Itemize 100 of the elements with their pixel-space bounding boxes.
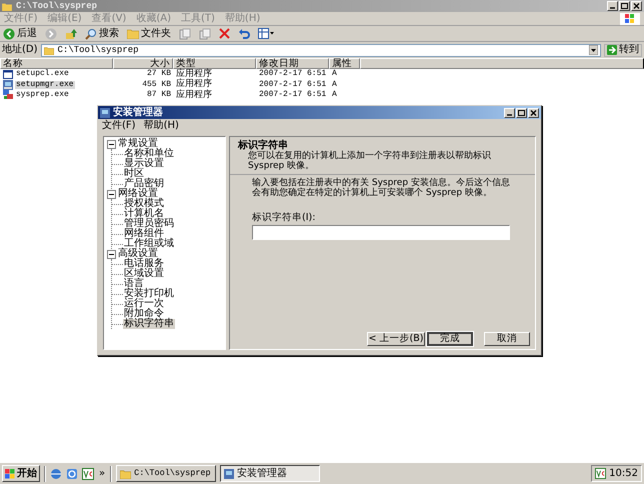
tree-item[interactable]: 名称和单位 [123,149,175,159]
menu-item[interactable]: 帮助(H) [144,120,179,130]
vc-icon[interactable] [82,468,94,480]
restore-button[interactable] [619,1,630,11]
identification-string-field[interactable] [252,224,510,240]
tree-item[interactable]: 区域设置 [123,269,165,279]
folder-icon [127,28,139,39]
page-heading: 标识字符串 [238,140,288,151]
undo-icon [238,28,250,40]
computers-icon [3,90,13,100]
table-cell-text: 应用程序 [175,70,213,79]
folder-icon [120,468,132,478]
finish-button[interactable]: 完成 [427,332,473,346]
description-text: 输入要包括在注册表中的有关 Sysprep 安装信息。今后这个信息会有助您确定在特定的计算机上可安装哪个 Sysprep 映像。 [252,178,510,198]
back-button[interactable]: 后退 [2,26,38,40]
collapse-icon[interactable] [107,190,116,198]
table-cell-text: 2007-2-17 6:51 [258,91,328,100]
column-header[interactable]: 大小 [113,58,173,69]
address-label: 地址(D) [2,45,38,55]
minimize-button[interactable] [607,1,618,11]
cancel-button[interactable]: 取消 [484,332,530,346]
tree-item[interactable]: 时区 [123,169,145,179]
table-cell-text: A [331,91,338,100]
tree-item[interactable]: 标识字符串 [123,319,175,329]
column-header[interactable]: 类型 [173,58,256,69]
collapse-icon[interactable] [107,140,116,148]
file-name[interactable]: sysprep.exe [15,91,70,100]
folder-icon [2,2,12,10]
circle-icon[interactable] [66,468,78,480]
tree-item[interactable]: 附加命令 [123,309,165,319]
table-cell-text: 455 KB [141,80,172,89]
dropdown-arrow-icon[interactable] [589,45,598,55]
up-folder-icon [65,28,77,40]
close-button[interactable] [631,1,642,11]
tree-item[interactable]: 常规设置 [118,139,158,149]
taskbar-button[interactable]: 安装管理器 [220,465,320,482]
collapse-icon[interactable] [107,250,116,258]
views-button[interactable] [257,26,275,40]
table-cell-text: 27 KB [146,70,172,78]
folder-icon [44,46,54,54]
close-button[interactable] [528,108,539,118]
column-header[interactable]: 属性 [329,58,360,69]
tree-item[interactable]: 高级设置 [118,249,158,259]
delete-button[interactable] [218,26,231,40]
table-cell-text: 应用程序 [175,80,213,90]
column-header[interactable]: 名称 [0,58,113,69]
tree-item[interactable]: 电话服务 [123,259,165,269]
window-title: C:\Tool\sysprep [16,2,98,10]
address-field[interactable]: C:\Tool\sysprep [40,44,601,56]
tree-item[interactable]: 网络设置 [118,189,158,199]
back-icon [3,28,15,40]
file-name[interactable]: setupmgr.exe [15,80,75,89]
maximize-button[interactable] [516,108,527,118]
up-button[interactable] [64,26,78,40]
column-header[interactable]: 修改日期 [256,58,329,69]
maximize-icon [518,110,525,116]
arrow-right-icon [607,45,617,55]
file-name[interactable]: setupcl.exe [15,70,70,78]
vc-icon[interactable] [595,468,606,479]
close-icon [633,3,640,9]
forward-icon [45,28,57,40]
table-cell-text: 2007-2-17 6:51 [258,80,328,89]
table-cell-text: 2007-2-17 6:51 [258,70,328,78]
close-icon [530,110,537,116]
delete-icon [219,28,230,39]
tree-item[interactable]: 运行一次 [123,299,165,309]
taskbar-button[interactable]: C:\Tool\sysprep [116,465,216,482]
page-subheading: 您可以在复用的计算机上添加一个字符串到注册表以帮助标识 Sysprep 映像。 [247,151,492,171]
minimize-button[interactable] [504,108,515,118]
start-button[interactable]: 开始 [2,465,40,482]
undo-button[interactable] [237,26,251,40]
computer-icon [224,468,234,478]
menu-item[interactable]: 文件(F) [102,120,136,130]
table-cell-text: 87 KB [146,91,172,100]
restore-icon [621,3,628,9]
tree-item[interactable]: 工作组或域 [123,239,175,249]
tree-item[interactable]: 管理员密码 [123,219,175,229]
tree-item[interactable]: 语言 [123,279,145,289]
window-title: 安装管理器 [113,108,163,118]
globe-icon[interactable] [50,468,62,480]
tree-item[interactable]: 安装打印机 [123,289,175,299]
clock: 10:52 [609,468,638,478]
tree-item[interactable]: 网络组件 [123,229,165,239]
tree-item[interactable]: 计算机名 [123,209,165,219]
windows-logo-icon [620,12,640,24]
table-cell-text: 应用程序 [175,90,213,100]
window-icon [3,70,13,79]
windows-logo-icon [5,468,15,478]
search-button[interactable]: 搜索 [84,26,120,40]
computer-icon [100,108,110,118]
folders-button[interactable]: 文件夹 [126,26,172,40]
back-button[interactable]: < 上一步(B) [367,332,425,346]
table-cell-text: A [331,70,338,78]
tree-item[interactable]: 授权模式 [123,199,165,209]
more-button[interactable]: » [98,468,106,478]
search-icon [85,28,97,40]
field-label: 标识字符串(I): [252,213,316,222]
tree-item[interactable]: 产品密钥 [123,179,165,189]
tree-item[interactable]: 显示设置 [123,159,165,169]
go-button[interactable]: 转到 [604,44,642,56]
